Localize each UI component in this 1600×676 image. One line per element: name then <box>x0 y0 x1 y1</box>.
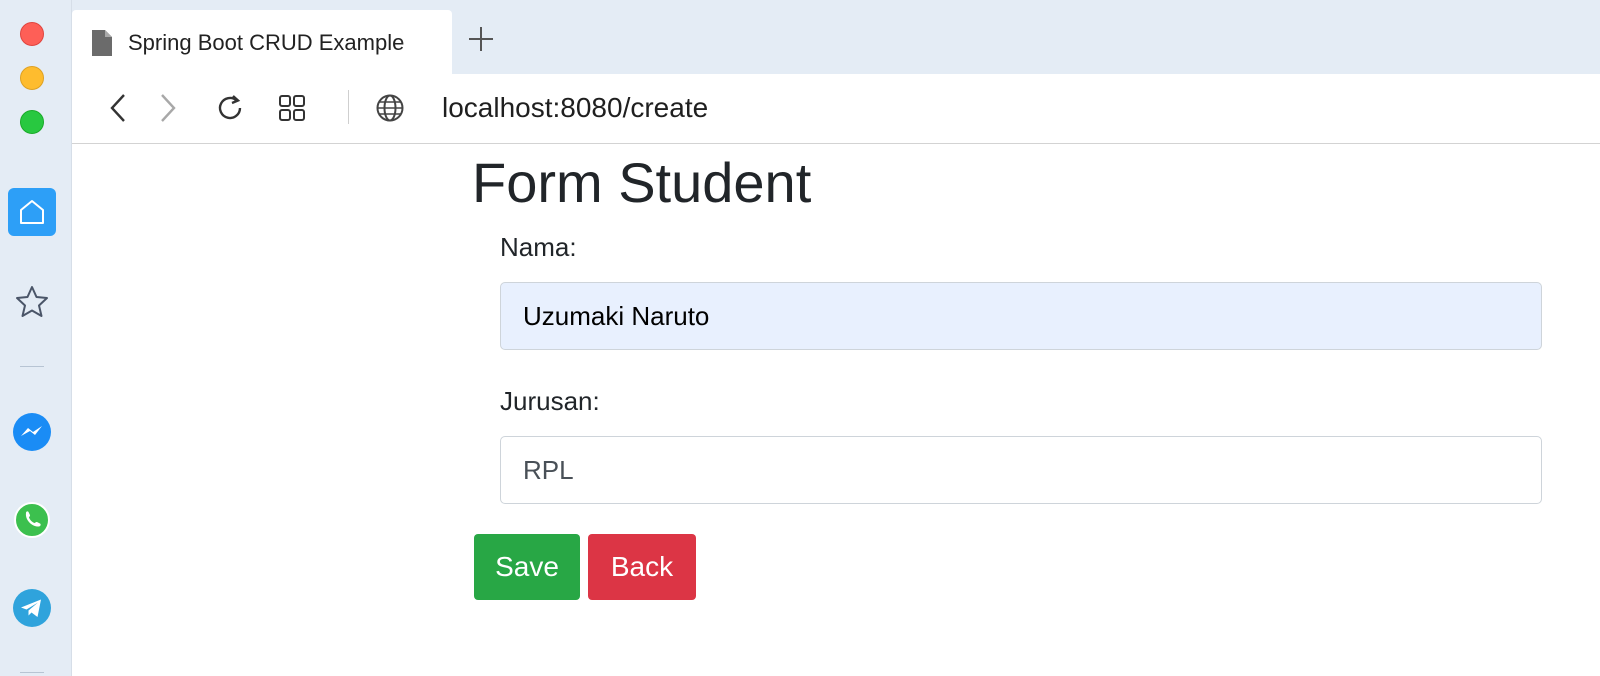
page-title: Form Student <box>472 151 812 214</box>
globe-icon <box>376 94 404 122</box>
star-icon <box>16 286 48 317</box>
document-icon <box>92 30 112 56</box>
whatsapp-icon <box>14 502 50 538</box>
window-close-button[interactable] <box>20 22 44 46</box>
toolbar-divider <box>348 90 349 124</box>
tab-strip: Spring Boot CRUD Example <box>72 0 1600 74</box>
sidebar-item-home[interactable] <box>8 188 56 236</box>
browser-tab[interactable]: Spring Boot CRUD Example <box>72 10 452 74</box>
sidebar-divider <box>20 366 44 367</box>
tab-overview-button[interactable] <box>274 90 310 126</box>
chevron-right-icon <box>161 94 176 122</box>
plus-icon[interactable] <box>466 24 496 54</box>
window-maximize-button[interactable] <box>20 110 44 134</box>
reload-button[interactable] <box>212 90 248 126</box>
site-info-button[interactable] <box>372 90 408 126</box>
sidebar-item-messenger[interactable] <box>8 408 56 456</box>
app-sidebar <box>0 0 72 676</box>
chevron-left-icon <box>110 94 125 122</box>
sidebar-item-telegram[interactable] <box>8 584 56 632</box>
grid-icon <box>279 95 305 121</box>
window-minimize-button[interactable] <box>20 66 44 90</box>
sidebar-item-favorites[interactable] <box>8 278 56 326</box>
sidebar-divider <box>20 672 44 673</box>
telegram-icon <box>13 589 51 627</box>
back-button[interactable] <box>100 90 136 126</box>
address-bar[interactable]: localhost:8080/create <box>442 92 708 124</box>
save-button[interactable]: Save <box>474 534 580 600</box>
tab-title: Spring Boot CRUD Example <box>128 30 405 55</box>
reload-icon <box>218 95 242 120</box>
jurusan-label: Jurusan: <box>500 386 600 416</box>
back-button-page[interactable]: Back <box>588 534 696 600</box>
nama-label: Nama: <box>500 232 577 262</box>
jurusan-input[interactable] <box>500 436 1542 504</box>
home-icon <box>20 200 44 224</box>
messenger-icon <box>13 413 51 451</box>
nama-input[interactable] <box>500 282 1542 350</box>
forward-button[interactable] <box>150 90 186 126</box>
sidebar-item-whatsapp[interactable] <box>8 496 56 544</box>
browser-toolbar: localhost:8080/create <box>72 74 1600 144</box>
